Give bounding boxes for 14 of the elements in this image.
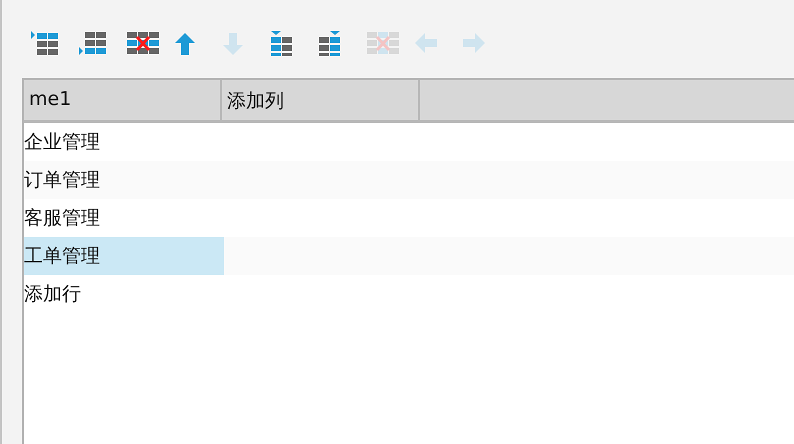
table-cell[interactable]: 企业管理 [24, 123, 224, 161]
insert-row-icon [31, 31, 58, 56]
delete-row-icon [127, 31, 159, 56]
column-header[interactable]: me1 [24, 80, 222, 120]
arrow-down-icon [223, 31, 243, 56]
arrow-up-icon [175, 31, 195, 56]
table-cell[interactable]: 客服管理 [24, 199, 224, 237]
delete-column-icon [367, 31, 399, 56]
insert-column-icon [319, 31, 340, 56]
arrow-right-icon [463, 31, 485, 56]
insert-column-icon [271, 31, 292, 56]
insert-row-icon [79, 31, 106, 56]
table-cell[interactable]: 工单管理 [24, 237, 224, 275]
table-cell[interactable]: 添加行 [24, 275, 224, 313]
